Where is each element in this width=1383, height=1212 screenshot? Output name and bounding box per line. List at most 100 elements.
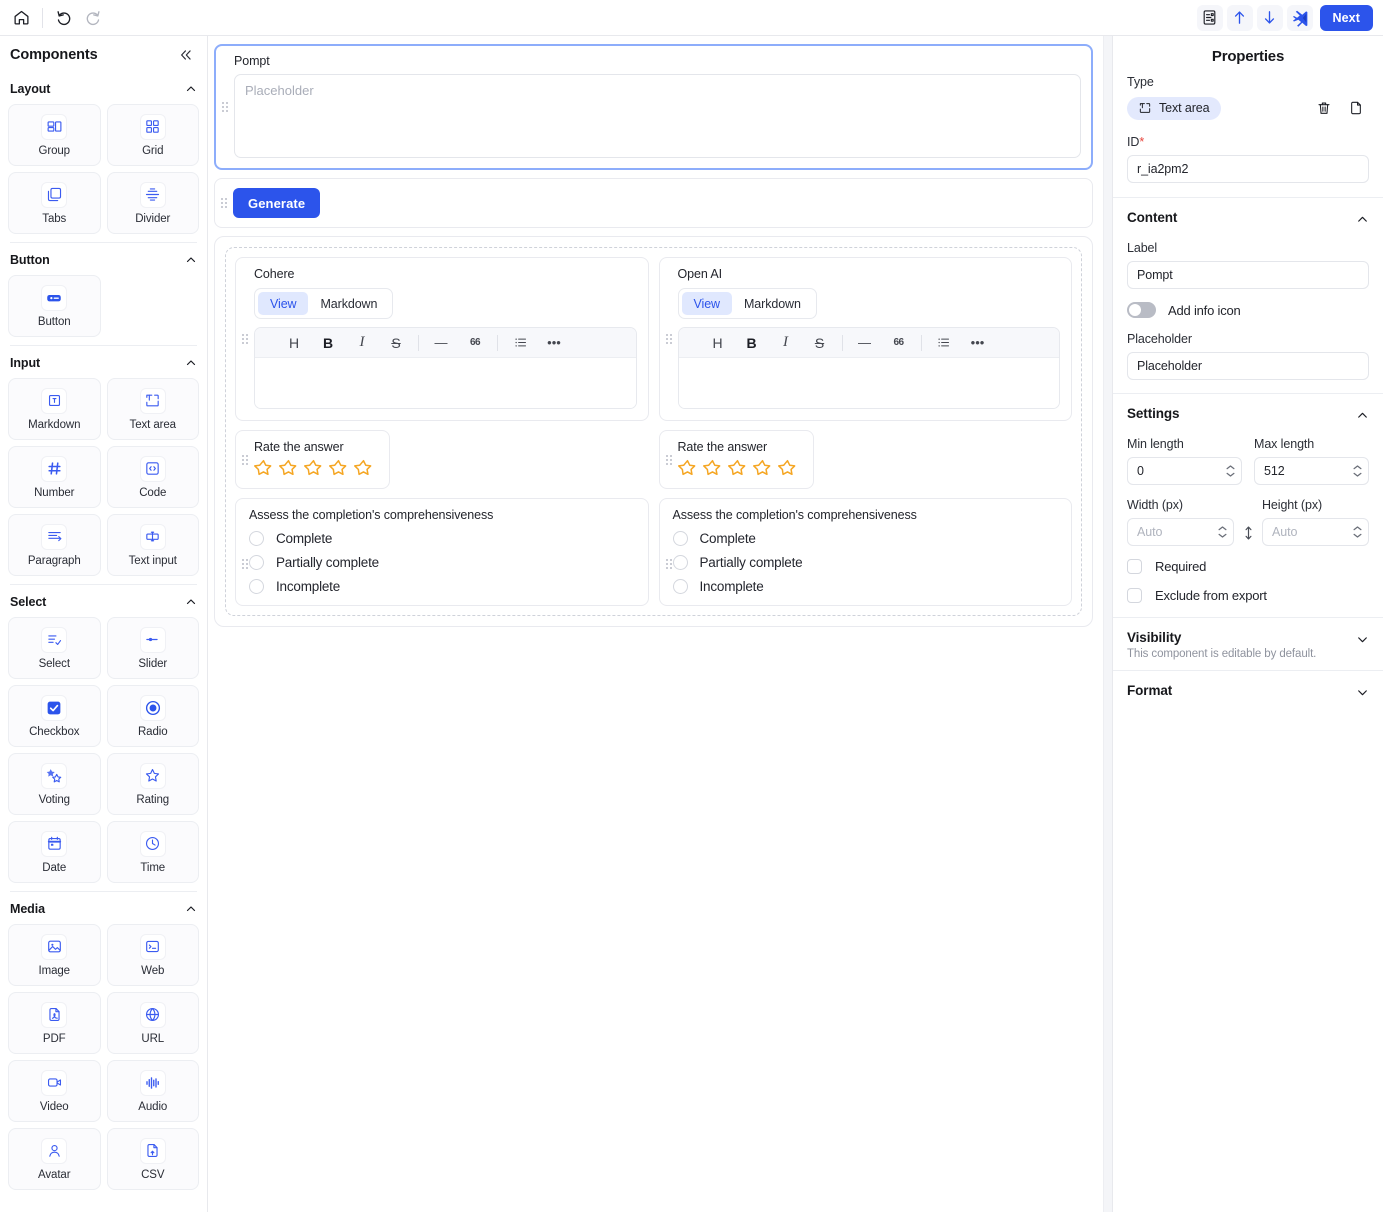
markdown-text-area[interactable] <box>678 358 1059 408</box>
star-icon[interactable] <box>702 458 722 477</box>
sidebar-group-header-layout[interactable]: Layout <box>8 74 199 104</box>
answer-card[interactable]: Open AI View Markdown H B I S —66 ••• <box>658 257 1072 421</box>
sidebar-group-header-media[interactable]: Media <box>8 894 199 924</box>
component-tile-text-input[interactable]: Text input <box>106 514 199 576</box>
segment-markdown[interactable]: Markdown <box>732 292 813 315</box>
sidebar-group-header-select[interactable]: Select <box>8 587 199 617</box>
generate-button[interactable]: Generate <box>233 188 321 218</box>
settings-section-header[interactable]: Settings <box>1113 394 1383 437</box>
quote-icon[interactable]: 66 <box>458 328 492 358</box>
italic-icon[interactable]: I <box>345 328 379 358</box>
max-length-input[interactable] <box>1254 457 1369 485</box>
component-tile-grid[interactable]: Grid <box>106 104 199 166</box>
link-dimensions-icon[interactable] <box>1240 525 1256 546</box>
horizontal-rule-icon[interactable]: — <box>848 328 882 358</box>
component-tile-audio[interactable]: Audio <box>106 1060 199 1122</box>
rating-card[interactable]: Rate the answer <box>658 430 814 489</box>
component-tile-rating[interactable]: Rating <box>106 753 199 815</box>
drag-handle[interactable] <box>215 179 233 227</box>
component-tile-video[interactable]: Video <box>8 1060 101 1122</box>
radio-icon[interactable] <box>672 579 688 594</box>
sidebar-group-header-button[interactable]: Button <box>8 245 199 275</box>
radio-option[interactable]: Partially complete <box>249 555 637 570</box>
stepper-icon[interactable] <box>1353 465 1362 478</box>
view-mode-segmented-control[interactable]: View Markdown <box>677 288 817 319</box>
type-chip[interactable]: Text area <box>1127 96 1221 120</box>
drag-handle[interactable] <box>660 258 678 420</box>
next-button[interactable]: Next <box>1319 4 1373 31</box>
add-info-icon-toggle[interactable] <box>1127 302 1156 318</box>
grid-container[interactable]: Cohere View Markdown H B I S —66 ••• Rate the ans… <box>225 247 1082 616</box>
star-icon[interactable] <box>677 458 697 477</box>
star-icon[interactable] <box>254 458 273 477</box>
chevrons-left-icon[interactable] <box>175 44 197 66</box>
radio-group-card[interactable]: Assess the completion's comprehensivenes… <box>658 498 1072 606</box>
component-tile-radio[interactable]: Radio <box>106 685 199 747</box>
generate-button-block[interactable]: Generate <box>214 178 1093 228</box>
component-tile-url[interactable]: URL <box>106 992 199 1054</box>
star-icon[interactable] <box>329 458 348 477</box>
stepper-icon[interactable] <box>1226 465 1235 478</box>
download-icon[interactable] <box>1256 4 1283 31</box>
heading-icon[interactable]: H <box>701 328 735 358</box>
more-options-icon[interactable]: ••• <box>537 328 571 358</box>
format-section-header[interactable]: Format <box>1113 671 1383 714</box>
radio-icon[interactable] <box>249 531 264 546</box>
more-options-icon[interactable]: ••• <box>961 328 995 358</box>
star-rating[interactable] <box>677 458 797 477</box>
drag-handle[interactable] <box>236 554 254 574</box>
component-tile-paragraph[interactable]: Paragraph <box>8 514 101 576</box>
segment-markdown[interactable]: Markdown <box>308 292 389 315</box>
bold-icon[interactable]: B <box>735 328 769 358</box>
strikethrough-icon[interactable]: S <box>379 328 413 358</box>
upload-icon[interactable] <box>1226 4 1253 31</box>
drag-handle[interactable] <box>660 431 678 488</box>
drag-handle[interactable] <box>236 258 254 420</box>
component-tile-time[interactable]: Time <box>106 821 199 883</box>
sidebar-group-header-input[interactable]: Input <box>8 348 199 378</box>
drag-handle[interactable] <box>236 431 254 488</box>
form-preview-icon[interactable] <box>1196 4 1223 31</box>
component-tile-text-area[interactable]: Text area <box>106 378 199 440</box>
radio-option[interactable]: Complete <box>249 531 637 546</box>
component-tile-code[interactable]: Code <box>106 446 199 508</box>
radio-option[interactable]: Incomplete <box>672 579 1061 594</box>
exclude-row[interactable]: Exclude from export <box>1127 588 1369 603</box>
canvas-scrollbar[interactable] <box>1103 36 1112 1212</box>
redo-icon[interactable] <box>79 5 105 31</box>
markdown-editor[interactable]: H B I S —66 ••• <box>677 327 1060 409</box>
component-tile-select[interactable]: Select <box>8 617 101 679</box>
star-icon[interactable] <box>752 458 772 477</box>
component-tile-pdf[interactable]: PDF <box>8 992 101 1054</box>
radio-group-card[interactable]: Assess the completion's comprehensivenes… <box>235 498 649 606</box>
component-tile-divider[interactable]: Divider <box>106 172 199 234</box>
rating-card[interactable]: Rate the answer <box>235 430 390 489</box>
component-tile-avatar[interactable]: Avatar <box>8 1128 101 1190</box>
star-icon[interactable] <box>279 458 298 477</box>
required-row[interactable]: Required <box>1127 559 1369 574</box>
drag-handle[interactable] <box>660 554 678 574</box>
bullet-list-icon[interactable] <box>503 328 537 358</box>
drag-handle[interactable] <box>216 46 234 168</box>
stepper-icon[interactable] <box>1218 526 1227 539</box>
component-tile-web[interactable]: Web <box>106 924 199 986</box>
segment-view[interactable]: View <box>681 292 732 315</box>
prompt-textarea-block[interactable]: Pompt Placeholder <box>214 44 1093 170</box>
radio-option[interactable]: Complete <box>672 531 1061 546</box>
home-icon[interactable] <box>8 5 34 31</box>
quote-icon[interactable]: 66 <box>882 328 916 358</box>
radio-option[interactable]: Partially complete <box>672 555 1061 570</box>
copy-icon[interactable] <box>1343 95 1369 121</box>
component-tile-button[interactable]: Button <box>8 275 101 337</box>
add-info-icon-row[interactable]: Add info icon <box>1127 302 1369 318</box>
radio-icon[interactable] <box>249 579 264 594</box>
form-canvas[interactable]: Pompt Placeholder Generate Cohere View M… <box>208 36 1103 1212</box>
star-icon[interactable] <box>777 458 797 477</box>
label-input[interactable] <box>1127 261 1369 289</box>
component-tile-group[interactable]: Group <box>8 104 101 166</box>
bold-icon[interactable]: B <box>311 328 345 358</box>
id-input[interactable] <box>1127 155 1369 183</box>
component-tile-csv[interactable]: CSV <box>106 1128 199 1190</box>
group-container[interactable]: Cohere View Markdown H B I S —66 ••• Rate the ans… <box>214 236 1093 627</box>
trash-icon[interactable] <box>1311 95 1337 121</box>
